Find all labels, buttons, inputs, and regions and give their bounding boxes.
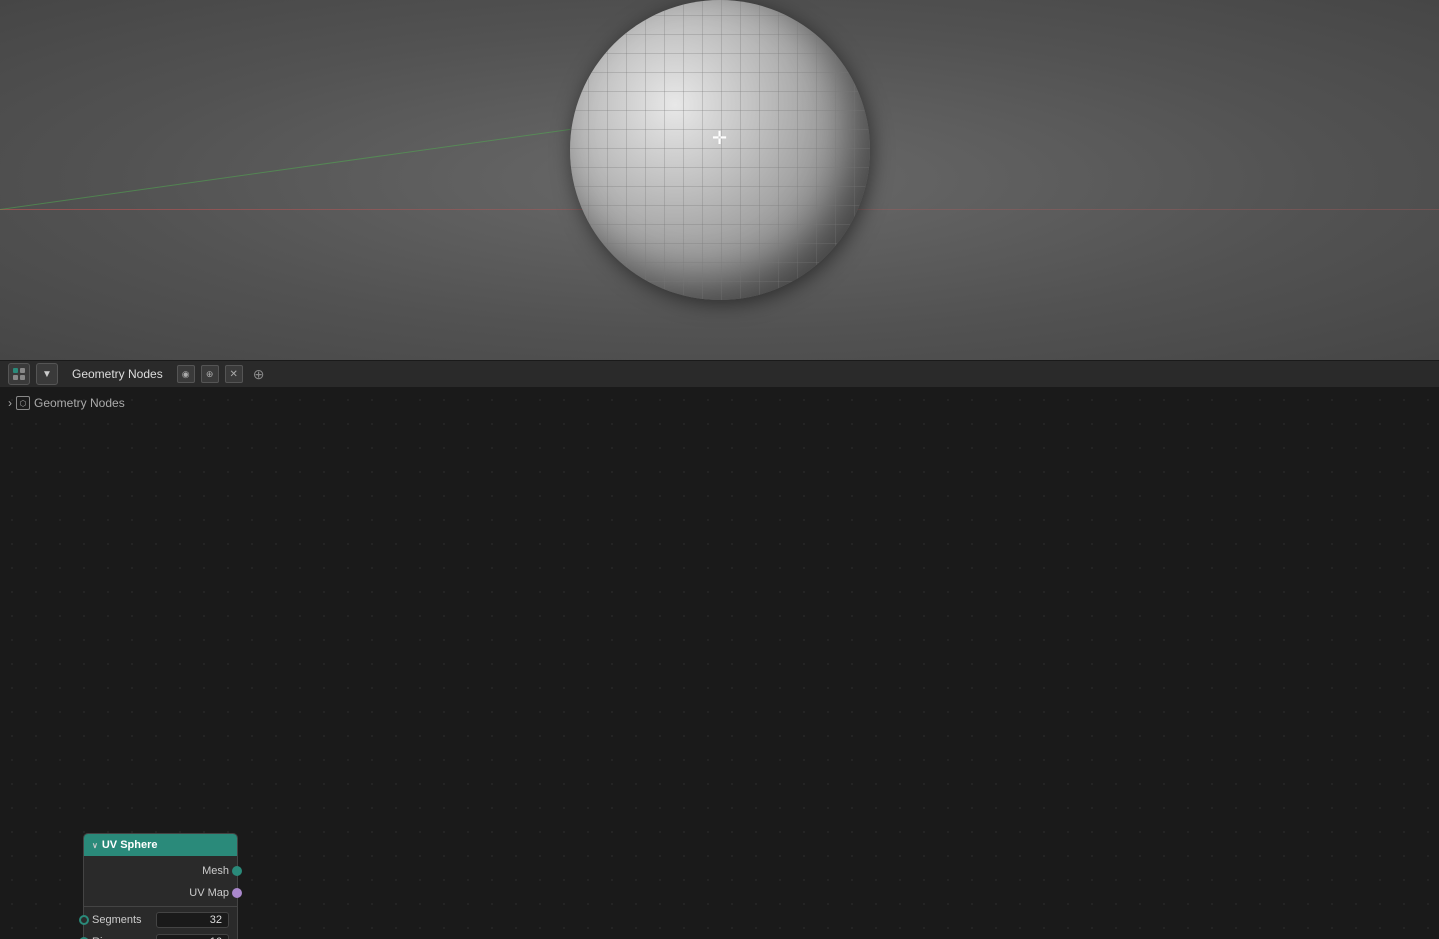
viewport-background: ✛ xyxy=(0,0,1439,360)
node-tree-btn[interactable]: ◉ xyxy=(177,365,195,383)
uv-sphere-uvmap-socket-out[interactable] xyxy=(232,888,242,898)
workspace-icon[interactable]: ▼ xyxy=(36,363,58,385)
segments-label: Segments xyxy=(92,914,152,926)
uv-sphere-mesh-out-row: Mesh xyxy=(84,860,237,882)
copy-btn[interactable]: ⊕ xyxy=(201,365,219,383)
rings-value[interactable]: 16 xyxy=(156,934,230,939)
uv-sphere-header: ∨ UV Sphere xyxy=(84,834,237,856)
uv-sphere-uvmap-label: UV Map xyxy=(92,887,229,899)
sphere-mesh: ✛ xyxy=(570,0,870,300)
uv-sphere-node: ∨ UV Sphere Mesh UV Map Segments 32 xyxy=(83,833,238,939)
close-btn[interactable]: ✕ xyxy=(225,365,243,383)
pin-icon[interactable]: ⊕ xyxy=(253,366,265,383)
crosshair-icon: ✛ xyxy=(708,126,732,150)
grid-line-green xyxy=(0,129,570,210)
editor-header: ▼ Geometry Nodes ◉ ⊕ ✕ ⊕ xyxy=(0,360,1439,388)
uv-sphere-mesh-label: Mesh xyxy=(92,865,229,877)
tab-label: Geometry Nodes xyxy=(64,365,171,383)
breadcrumb-label: Geometry Nodes xyxy=(34,396,125,410)
segments-socket[interactable] xyxy=(79,915,89,925)
uv-sphere-uvmap-row: UV Map xyxy=(84,882,237,904)
breadcrumb-arrow: › xyxy=(8,396,12,410)
breadcrumb-node-icon: ⬡ xyxy=(16,396,30,410)
editor-type-icon[interactable] xyxy=(8,363,30,385)
uv-sphere-body: Mesh UV Map Segments 32 Rings 16 xyxy=(84,856,237,939)
breadcrumb: › ⬡ Geometry Nodes xyxy=(8,396,125,410)
3d-viewport[interactable]: ✛ xyxy=(0,0,1439,360)
uv-sphere-title: UV Sphere xyxy=(102,839,158,851)
node-editor[interactable]: › ⬡ Geometry Nodes ∨ UV Sphere Mesh xyxy=(0,388,1439,939)
separator xyxy=(84,906,237,907)
uv-sphere-segments-row: Segments 32 xyxy=(84,909,237,931)
uv-sphere-mesh-socket-out[interactable] xyxy=(232,866,242,876)
segments-value[interactable]: 32 xyxy=(156,912,230,928)
uv-sphere-rings-row: Rings 16 xyxy=(84,931,237,939)
node-connections xyxy=(0,388,300,538)
